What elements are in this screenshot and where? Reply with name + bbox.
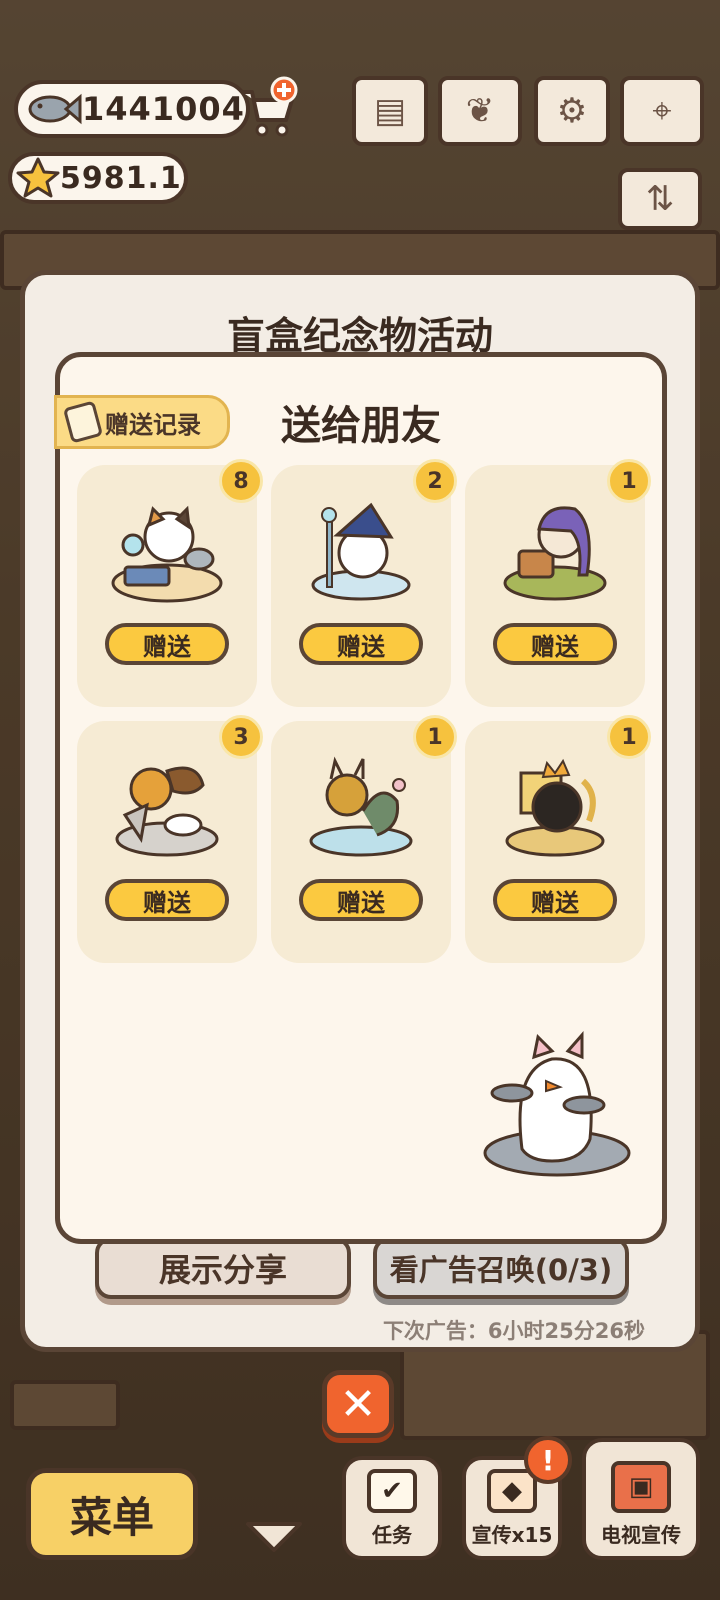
tv-promo-button[interactable]: ▣ 电视宣传	[582, 1438, 700, 1560]
fish-count: 1441004	[82, 90, 245, 128]
star-icon	[16, 157, 60, 198]
chevron-down-icon[interactable]	[244, 1518, 304, 1554]
tv-icon: ▣	[611, 1461, 671, 1513]
gift-button[interactable]: 赠送	[105, 623, 229, 665]
next-ad-timer: 下次广告：6小时25分26秒	[382, 1319, 645, 1343]
calico-cat-alchemist-icon	[111, 505, 223, 603]
souvenir-card: 3 赠送	[77, 715, 263, 963]
cart-plus-icon	[242, 76, 298, 137]
star-currency: 5981.1	[8, 152, 188, 204]
souvenir-card: 1 赠送	[465, 715, 651, 963]
gift-record-label: 赠送记录	[105, 410, 201, 439]
promo-label: 宣传x15	[471, 1523, 553, 1547]
souvenir-card: 1 赠送	[271, 715, 457, 963]
star-count: 5981.1	[60, 160, 182, 196]
goose-fish-mascot-icon	[483, 1031, 631, 1177]
souvenir-card: 8 赠送	[77, 459, 263, 707]
fish-icon	[28, 93, 82, 125]
checkbox-icon: ✔	[367, 1469, 417, 1513]
task-button[interactable]: ✔ 任务	[342, 1456, 442, 1560]
souvenir-grid: 8 赠送 2 赠送 1 赠送 3 赠送 1 赠送 1 赠送	[77, 459, 655, 963]
id-card-icon: ▤	[373, 91, 407, 131]
souvenir-card: 2 赠送	[271, 459, 457, 707]
fish-currency: 1441004	[14, 80, 250, 138]
close-icon: ✕	[339, 1378, 377, 1430]
black-king-cat-icon	[505, 758, 605, 857]
purple-hair-cat-icon	[503, 506, 607, 601]
gift-popup: 送给朋友 赠送记录 8 赠送 2 赠送 1 赠送 3 赠送 1 赠送 1 赠送	[54, 352, 667, 1244]
sort-button[interactable]: ⇅	[618, 168, 702, 230]
gift-button[interactable]: 赠送	[105, 879, 229, 921]
dragon-cat-icon	[309, 756, 413, 857]
gift-record-button[interactable]: 赠送记录	[54, 395, 230, 449]
tv-promo-label: 电视宣传	[601, 1523, 681, 1547]
gift-button[interactable]: 赠送	[493, 879, 617, 921]
profile-card-button[interactable]: ▤	[352, 76, 428, 146]
watch-ad-button[interactable]: 看广告召唤(0/3)	[373, 1237, 629, 1299]
map-pin-icon: ⌖	[652, 91, 672, 131]
map-button[interactable]: ⌖	[620, 76, 704, 146]
clipboard-icon	[62, 400, 104, 444]
shop-cart-button[interactable]	[236, 76, 300, 140]
close-button[interactable]: ✕	[322, 1370, 394, 1438]
souvenir-card: 1 赠送	[465, 459, 651, 707]
task-label: 任务	[372, 1523, 412, 1547]
guide-book-button[interactable]: ❦	[438, 76, 522, 146]
menu-button[interactable]: 菜单	[26, 1468, 198, 1560]
share-button[interactable]: 展示分享	[95, 1237, 351, 1299]
paw-book-icon: ❦	[465, 91, 495, 131]
alert-badge-icon: !	[524, 1436, 572, 1484]
sort-icon: ⇅	[645, 179, 675, 219]
gear-icon: ⚙	[556, 91, 588, 131]
wizard-cat-icon	[311, 502, 411, 601]
gift-button[interactable]: 赠送	[299, 879, 423, 921]
settings-button[interactable]: ⚙	[534, 76, 610, 146]
gift-button[interactable]: 赠送	[299, 623, 423, 665]
lion-warrior-cat-icon	[115, 766, 219, 857]
gift-button[interactable]: 赠送	[493, 623, 617, 665]
